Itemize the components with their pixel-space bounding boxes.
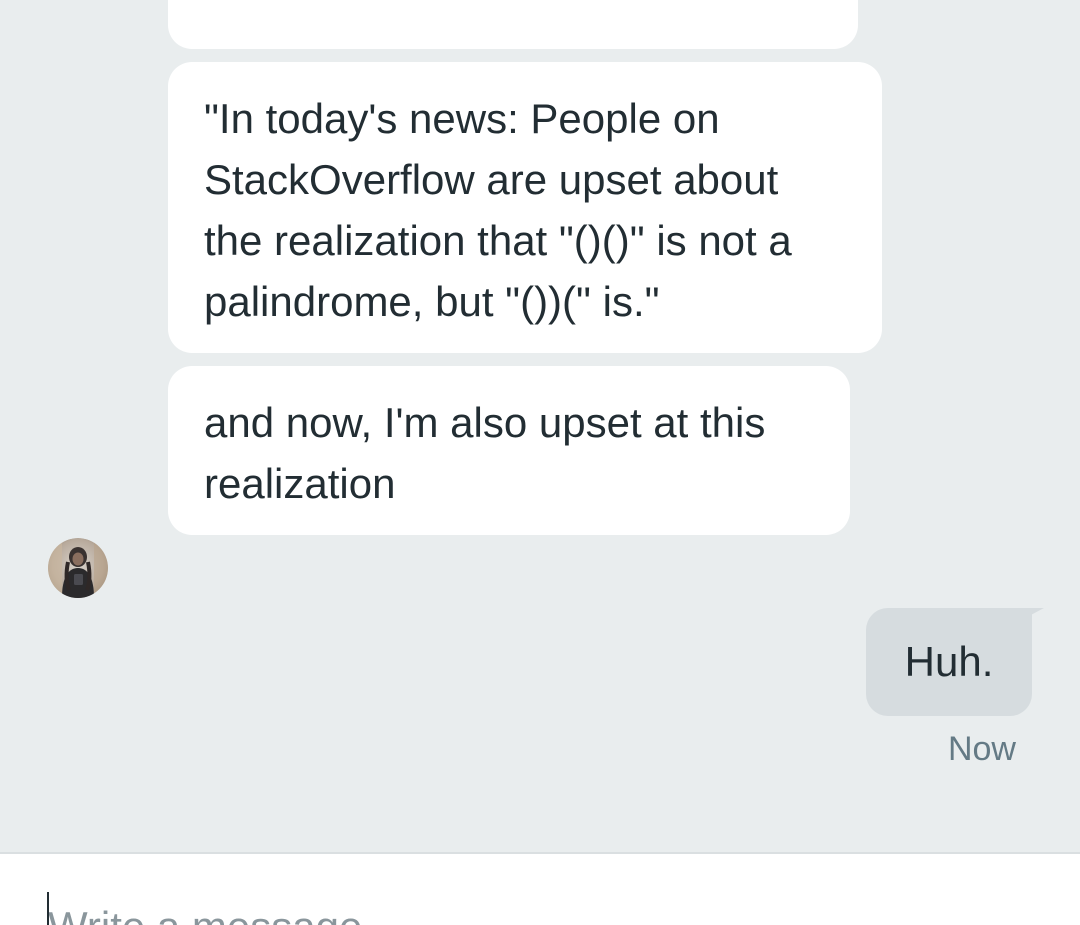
- message-timestamp: Now: [947, 730, 1016, 768]
- sender-avatar[interactable]: [48, 538, 108, 598]
- message-bubble-sent[interactable]: Huh.: [866, 608, 1032, 716]
- message-bubble-received[interactable]: chat: [168, 0, 858, 49]
- message-text: and now, I'm also upset at this realizat…: [204, 399, 766, 507]
- message-bubble-received[interactable]: "In today's news: People on StackOverflo…: [168, 62, 882, 353]
- message-text: "In today's news: People on StackOverflo…: [204, 95, 792, 325]
- text-cursor: [47, 892, 49, 925]
- message-bubble-received[interactable]: and now, I'm also upset at this realizat…: [168, 366, 850, 535]
- avatar-photo: [48, 538, 108, 598]
- message-text: Huh.: [904, 638, 994, 685]
- message-input[interactable]: [48, 892, 1008, 925]
- message-composer: [0, 852, 1080, 925]
